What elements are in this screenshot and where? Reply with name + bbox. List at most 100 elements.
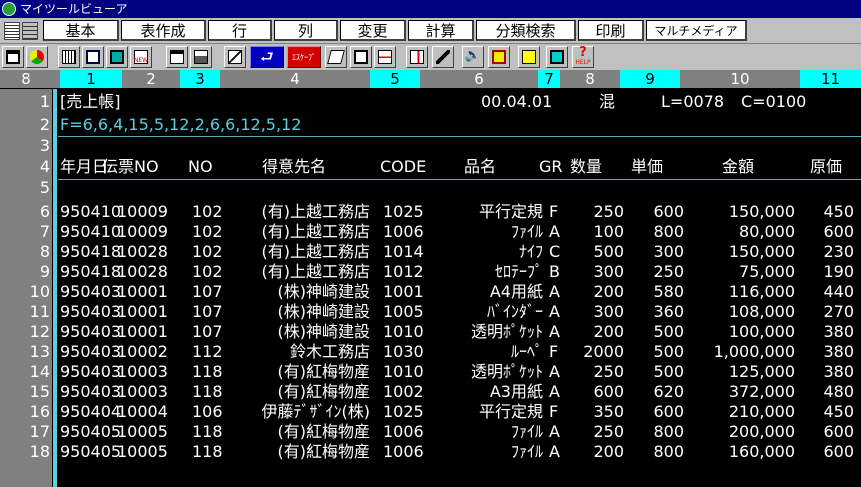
cell-slip-no[interactable]: 10001	[117, 322, 168, 342]
cell-date[interactable]: 950404	[60, 402, 121, 422]
row-number[interactable]: 3	[0, 136, 50, 156]
cell-code[interactable]: 1001	[383, 282, 424, 302]
cell-no[interactable]: 107	[192, 282, 223, 302]
screen-icon[interactable]	[82, 46, 104, 68]
ruler-col-6[interactable]: 6	[420, 70, 538, 88]
cell-unit-price[interactable]: 500	[653, 342, 684, 362]
ruler-col-4[interactable]: 4	[220, 70, 370, 88]
cell-product[interactable]: ﾌｧｲﾙ	[511, 222, 543, 242]
cell-no[interactable]: 102	[192, 242, 223, 262]
display-icon[interactable]	[546, 46, 568, 68]
cell-quantity[interactable]: 350	[593, 402, 624, 422]
pie-chart-icon[interactable]	[26, 46, 48, 68]
list-icon[interactable]	[22, 22, 38, 40]
row-number[interactable]: 6	[0, 202, 50, 222]
cell-cost[interactable]: 600	[823, 422, 854, 442]
cell-group[interactable]: F	[549, 402, 558, 422]
cell-product[interactable]: ﾅｲﾌ	[519, 242, 543, 262]
cell-product[interactable]: ｾﾛﾃｰﾌﾟ	[495, 262, 543, 282]
edit-icon[interactable]	[224, 46, 246, 68]
cell-no[interactable]: 107	[192, 302, 223, 322]
cell-quantity[interactable]: 300	[593, 302, 624, 322]
cell-group[interactable]: A	[549, 422, 560, 442]
cell-code[interactable]: 1005	[383, 302, 424, 322]
cell-customer[interactable]: (有)上越工務店	[262, 262, 371, 282]
cell-group[interactable]: A	[549, 362, 560, 382]
cell-customer[interactable]: (有)上越工務店	[262, 222, 371, 242]
cell-group[interactable]: A	[549, 322, 560, 342]
cell-slip-no[interactable]: 10028	[117, 242, 168, 262]
cell-cost[interactable]: 380	[823, 342, 854, 362]
cell-product[interactable]: ﾌｧｲﾙ	[511, 442, 543, 462]
cell-slip-no[interactable]: 10003	[117, 382, 168, 402]
menu-classify-search[interactable]: 分類検索	[476, 20, 576, 41]
cell-slip-no[interactable]: 10004	[117, 402, 168, 422]
row-number[interactable]: 13	[0, 342, 50, 362]
row-number[interactable]: 18	[0, 442, 50, 462]
cell-code[interactable]: 1025	[383, 202, 424, 222]
table-row[interactable]: 950403 10003 118 (有)紅梅物産 1010 透明ﾎﾟｹｯﾄ A 250 500 1…	[58, 362, 861, 382]
cell-amount[interactable]: 372,000	[729, 382, 795, 402]
table-row[interactable]: 950403 10001 107 (株)神崎建設 1001 A4用紙 A 200 580 116,…	[58, 282, 861, 302]
cell-group[interactable]: F	[549, 202, 558, 222]
cell-amount[interactable]: 200,000	[729, 422, 795, 442]
sheet-area[interactable]: [売上帳] 00.04.01 混 L=0078 C=0100 F=6,6,4,1…	[58, 89, 861, 487]
menu-calculate[interactable]: 計算	[408, 20, 474, 41]
film-icon[interactable]	[488, 46, 510, 68]
cell-cost[interactable]: 450	[823, 202, 854, 222]
menu-multimedia[interactable]: マルチメディア	[646, 20, 747, 41]
insert-row-icon[interactable]	[374, 46, 396, 68]
cell-cost[interactable]: 230	[823, 242, 854, 262]
cell-unit-price[interactable]: 500	[653, 362, 684, 382]
row-number[interactable]: 14	[0, 362, 50, 382]
menu-row[interactable]: 行	[208, 20, 272, 41]
cell-quantity[interactable]: 300	[593, 262, 624, 282]
cell-unit-price[interactable]: 250	[653, 262, 684, 282]
cell-date[interactable]: 950403	[60, 302, 121, 322]
cell-date[interactable]: 950403	[60, 362, 121, 382]
cell-unit-price[interactable]: 620	[653, 382, 684, 402]
cell-date[interactable]: 950403	[60, 342, 121, 362]
cell-unit-price[interactable]: 300	[653, 242, 684, 262]
cell-code[interactable]: 1006	[383, 222, 424, 242]
table-row[interactable]: 950403 10001 107 (株)神崎建設 1005 ﾊﾞｲﾝﾀﾞｰ A 300 360 1…	[58, 302, 861, 322]
cell-cost[interactable]: 440	[823, 282, 854, 302]
cell-no[interactable]: 107	[192, 322, 223, 342]
help-button[interactable]: ? HELP	[572, 45, 594, 68]
cell-quantity[interactable]: 100	[593, 222, 624, 242]
cell-quantity[interactable]: 250	[593, 362, 624, 382]
cell-customer[interactable]: (株)神崎建設	[278, 322, 371, 342]
cell-slip-no[interactable]: 10028	[117, 262, 168, 282]
printer-icon[interactable]	[190, 46, 212, 68]
cell-no[interactable]: 118	[192, 422, 223, 442]
cell-group[interactable]: A	[549, 222, 560, 242]
cell-product[interactable]: 平行定規	[479, 402, 543, 422]
cell-group[interactable]: A	[549, 382, 560, 402]
cell-amount[interactable]: 210,000	[729, 402, 795, 422]
cell-customer[interactable]: (株)神崎建設	[278, 282, 371, 302]
cell-no[interactable]: 102	[192, 262, 223, 282]
row-number[interactable]: 11	[0, 302, 50, 322]
cell-code[interactable]: 1012	[383, 262, 424, 282]
row-number[interactable]: 15	[0, 382, 50, 402]
row-number[interactable]: 17	[0, 422, 50, 442]
table-row[interactable]: 950418 10028 102 (有)上越工務店 1012 ｾﾛﾃｰﾌﾟ B 300 250 7…	[58, 262, 861, 282]
cell-no[interactable]: 106	[192, 402, 223, 422]
calculator-icon[interactable]	[4, 22, 20, 40]
cell-date[interactable]: 950405	[60, 442, 121, 462]
table-row[interactable]: 950405 10005 118 (有)紅梅物産 1006 ﾌｧｲﾙ A 250 800 200,…	[58, 422, 861, 442]
menu-change[interactable]: 変更	[340, 20, 406, 41]
cell-date[interactable]: 950403	[60, 382, 121, 402]
speaker-icon[interactable]: 🔈	[462, 46, 484, 68]
cell-unit-price[interactable]: 600	[653, 202, 684, 222]
cell-product[interactable]: 透明ﾎﾟｹｯﾄ	[471, 322, 543, 342]
cell-code[interactable]: 1010	[383, 322, 424, 342]
row-number[interactable]: 1	[0, 92, 50, 112]
cell-date[interactable]: 950418	[60, 242, 121, 262]
cell-cost[interactable]: 380	[823, 362, 854, 382]
cell-no[interactable]: 118	[192, 382, 223, 402]
cell-code[interactable]: 1014	[383, 242, 424, 262]
cell-amount[interactable]: 125,000	[729, 362, 795, 382]
table-row[interactable]: 950403 10002 112 鈴木工務店 1030 ﾙｰﾍﾟ F 2000 500 1,000…	[58, 342, 861, 362]
book-icon[interactable]	[325, 46, 347, 68]
